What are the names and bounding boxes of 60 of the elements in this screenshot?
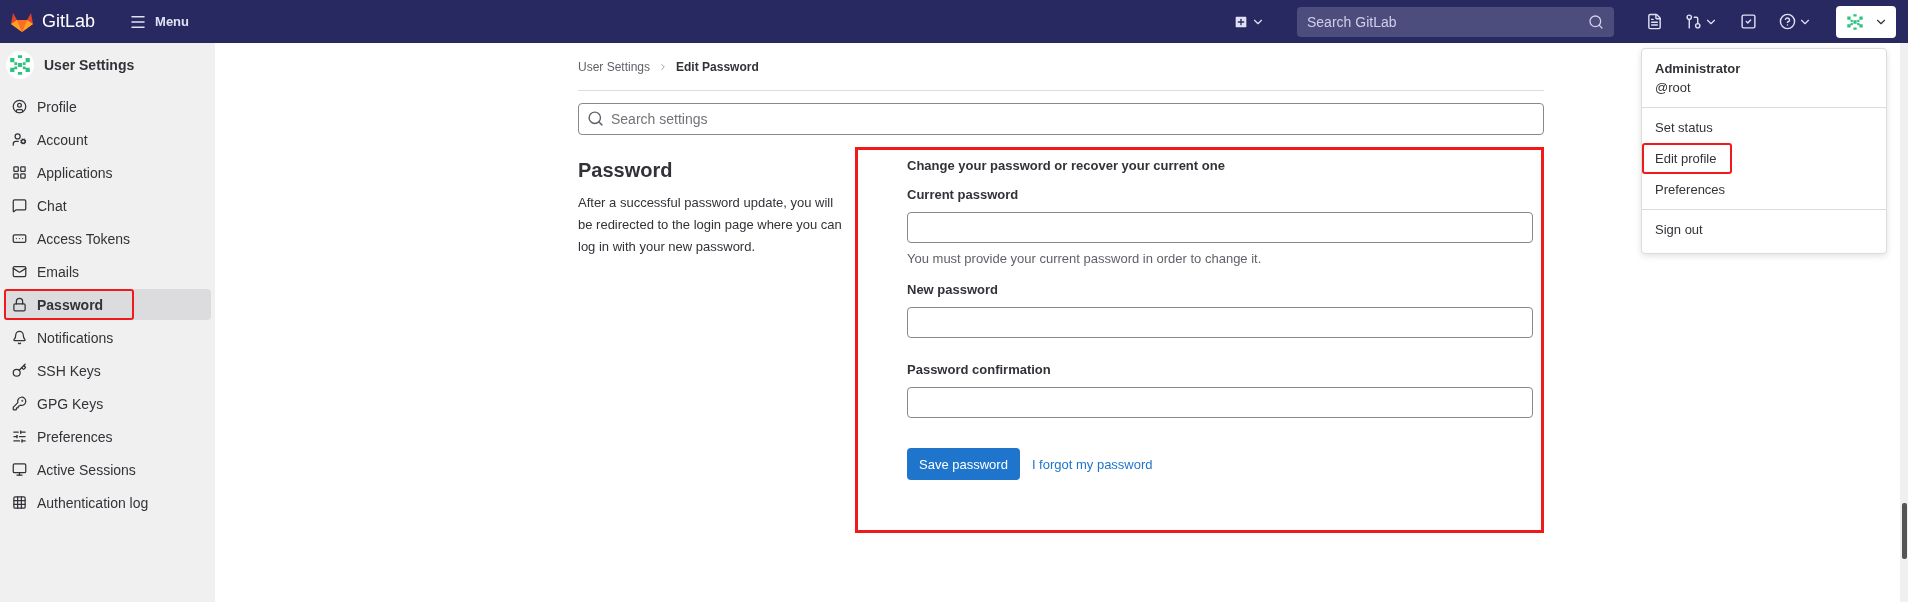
bell-icon <box>12 330 27 345</box>
user-handle: @root <box>1654 79 1692 97</box>
user-gear-icon <box>12 132 27 147</box>
password-field[interactable] <box>907 307 1533 338</box>
lock-icon <box>12 297 27 312</box>
settings-search-field[interactable]: Search settings <box>578 103 1544 135</box>
sidebar-item[interactable]: Authentication log <box>4 487 211 518</box>
save-password-button[interactable]: Save password <box>907 448 1020 480</box>
sidebar-item[interactable]: Chat <box>4 190 211 221</box>
sidebar-item[interactable]: GPG Keys <box>4 388 211 419</box>
sliders-icon <box>12 429 27 444</box>
breadcrumb-link[interactable]: User Settings <box>578 59 651 74</box>
field-help-text: You must provide your current password in order to change it. <box>907 251 1263 266</box>
section-description: After a successful password update, you will be redirected to the login page where you can log in with your new password. <box>578 194 843 256</box>
plus-square-icon <box>1233 13 1249 30</box>
password-field[interactable] <box>907 212 1533 243</box>
search-field[interactable]: Search GitLab <box>1297 6 1614 37</box>
key-icon <box>12 396 27 411</box>
password-field[interactable] <box>907 387 1533 418</box>
monitor-icon <box>12 462 27 477</box>
breadcrumb-link[interactable]: Edit Password <box>676 59 759 74</box>
field-label: New password <box>907 282 1000 297</box>
user-menu-button[interactable] <box>1836 5 1896 38</box>
menu-item[interactable]: Set status <box>1642 112 1726 143</box>
menu-item[interactable]: Edit profile <box>1642 143 1730 174</box>
sidebar-item[interactable]: Active Sessions <box>4 454 211 485</box>
scrollbar-thumb[interactable] <box>1902 503 1907 559</box>
menu-item[interactable]: Sign out <box>1642 214 1716 245</box>
sidebar-item[interactable]: Password <box>4 289 211 320</box>
field-label: Current password <box>907 187 1020 202</box>
grid-icon <box>12 495 27 510</box>
user-circle-icon <box>12 99 27 114</box>
avatar-icon <box>6 51 34 79</box>
sidebar-item[interactable]: Applications <box>4 157 211 188</box>
form-heading: Change your password or recover your current one <box>907 158 1226 173</box>
merge-request-icon <box>1685 13 1702 30</box>
section-title: Password <box>578 159 674 182</box>
sidebar-item[interactable]: Profile <box>4 91 211 122</box>
brand-name: GitLab <box>42 11 96 32</box>
mail-icon <box>12 264 27 279</box>
grid-icon <box>12 165 27 180</box>
sidebar-item[interactable]: Account <box>4 124 211 155</box>
sidebar-item[interactable]: Access Tokens <box>4 223 211 254</box>
chat-icon <box>12 198 27 213</box>
forgot-password-link[interactable]: I forgot my password <box>1031 456 1153 472</box>
search-icon <box>1588 13 1604 30</box>
sidebar-item[interactable]: Emails <box>4 256 211 287</box>
sidebar-item[interactable]: Preferences <box>4 421 211 452</box>
menu-button[interactable]: Menu <box>123 8 195 35</box>
document-icon <box>1646 13 1663 30</box>
sidebar-item[interactable]: Notifications <box>4 322 211 353</box>
user-name: Administrator <box>1654 60 1742 78</box>
checkbox-icon <box>1740 13 1757 30</box>
token-icon <box>12 231 27 246</box>
sidebar-item[interactable]: SSH Keys <box>4 355 211 386</box>
field-label: Password confirmation <box>907 362 1052 377</box>
menu-item[interactable]: Preferences <box>1642 174 1739 205</box>
help-icon <box>1779 13 1796 30</box>
key-icon <box>12 363 27 378</box>
sidebar-title: User Settings <box>44 57 135 73</box>
